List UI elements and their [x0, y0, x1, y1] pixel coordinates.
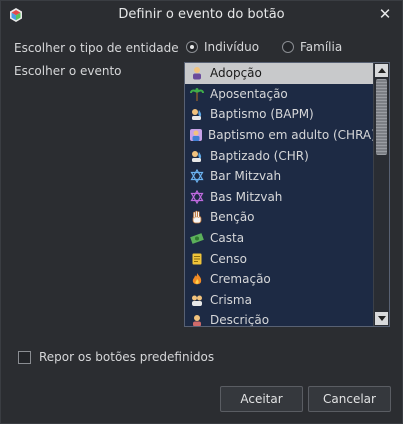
chevron-up-icon — [377, 68, 386, 73]
confirmation-icon — [189, 292, 205, 308]
scroll-down-button[interactable] — [375, 312, 388, 325]
window-title: Definir o evento do botão — [118, 7, 285, 22]
scrollbar-thumb[interactable] — [376, 79, 387, 155]
entity-type-label: Escolher o tipo de entidade — [14, 41, 179, 55]
title-bar: Definir o evento do botão ✕ — [1, 1, 402, 29]
list-item-label: Casta — [210, 231, 245, 246]
list-item-bar-mitzvah[interactable]: Bar Mitzvah — [185, 166, 375, 187]
scroll-up-button[interactable] — [375, 64, 388, 77]
list-item-label: Bar Mitzvah — [210, 169, 282, 184]
list-item-bencao[interactable]: Benção — [185, 207, 375, 228]
list-item-label: Baptizado (CHR) — [210, 148, 309, 163]
list-item-label: Baptismo (BAPM) — [210, 107, 314, 122]
radio-family-label: Família — [300, 40, 343, 54]
hand-icon — [189, 209, 205, 225]
list-item-label: Benção — [210, 210, 255, 225]
list-item-cremacao[interactable]: Cremação — [185, 269, 375, 290]
fire-icon — [189, 271, 205, 287]
adoption-icon — [189, 65, 205, 81]
event-label: Escolher o evento — [14, 64, 122, 78]
description-icon — [189, 312, 205, 326]
list-item-casta[interactable]: Casta — [185, 228, 375, 249]
list-item-label: Descrição — [210, 313, 270, 327]
radio-individual-label: Indivíduo — [204, 40, 260, 54]
census-icon — [189, 251, 205, 267]
radio-individual-indicator[interactable] — [186, 41, 198, 53]
palm-tree-icon — [189, 86, 205, 102]
chevron-down-icon — [377, 316, 386, 321]
list-item-adopcao[interactable]: Adopção — [185, 63, 375, 84]
radio-family[interactable]: Família — [282, 40, 342, 54]
baptism-icon — [189, 148, 205, 164]
list-item-label: Adopção — [210, 66, 262, 81]
list-item-label: Cremação — [210, 272, 271, 287]
list-item-label: Baptismo em adulto (CHRA) — [208, 128, 376, 143]
list-item-baptizado[interactable]: Baptizado (CHR) — [185, 145, 375, 166]
radio-individual[interactable]: Indivíduo — [186, 40, 259, 54]
accept-button[interactable]: Aceitar — [220, 386, 303, 412]
list-item-descricao[interactable]: Descrição — [185, 310, 375, 327]
list-item-baptismo-bapm[interactable]: Baptismo (BAPM) — [185, 104, 375, 125]
star-of-david-icon — [189, 168, 205, 184]
money-icon — [189, 230, 205, 246]
radio-family-indicator[interactable] — [282, 41, 294, 53]
star-of-david-icon — [189, 189, 205, 205]
list-item-label: Bas Mitzvah — [210, 189, 283, 204]
list-item-label: Crisma — [210, 292, 252, 307]
list-item-censo[interactable]: Censo — [185, 248, 375, 269]
list-item-aposentacao[interactable]: Aposentação — [185, 84, 375, 105]
list-item-crisma[interactable]: Crisma — [185, 290, 375, 311]
reset-defaults-label: Repor os botões predefinidos — [39, 350, 215, 364]
event-list[interactable]: Adopção Aposentação Baptismo (BAPM) Bapt… — [184, 62, 390, 327]
list-item-bas-mitzvah[interactable]: Bas Mitzvah — [185, 187, 375, 208]
cancel-button[interactable]: Cancelar — [308, 386, 391, 412]
list-item-label: Censo — [210, 251, 247, 266]
close-icon[interactable]: ✕ — [376, 5, 394, 23]
reset-defaults-checkbox[interactable]: Repor os botões predefinidos — [18, 350, 214, 364]
list-item-baptismo-adulto[interactable]: Baptismo em adulto (CHRA) — [185, 125, 376, 146]
adult-baptism-icon — [189, 127, 203, 143]
event-list-scrollbar[interactable] — [373, 63, 389, 326]
reset-defaults-checkbox-box[interactable] — [18, 350, 31, 364]
baptism-icon — [189, 106, 205, 122]
list-item-label: Aposentação — [210, 86, 288, 101]
dialog-window: Definir o evento do botão ✕ Escolher o t… — [0, 0, 403, 424]
